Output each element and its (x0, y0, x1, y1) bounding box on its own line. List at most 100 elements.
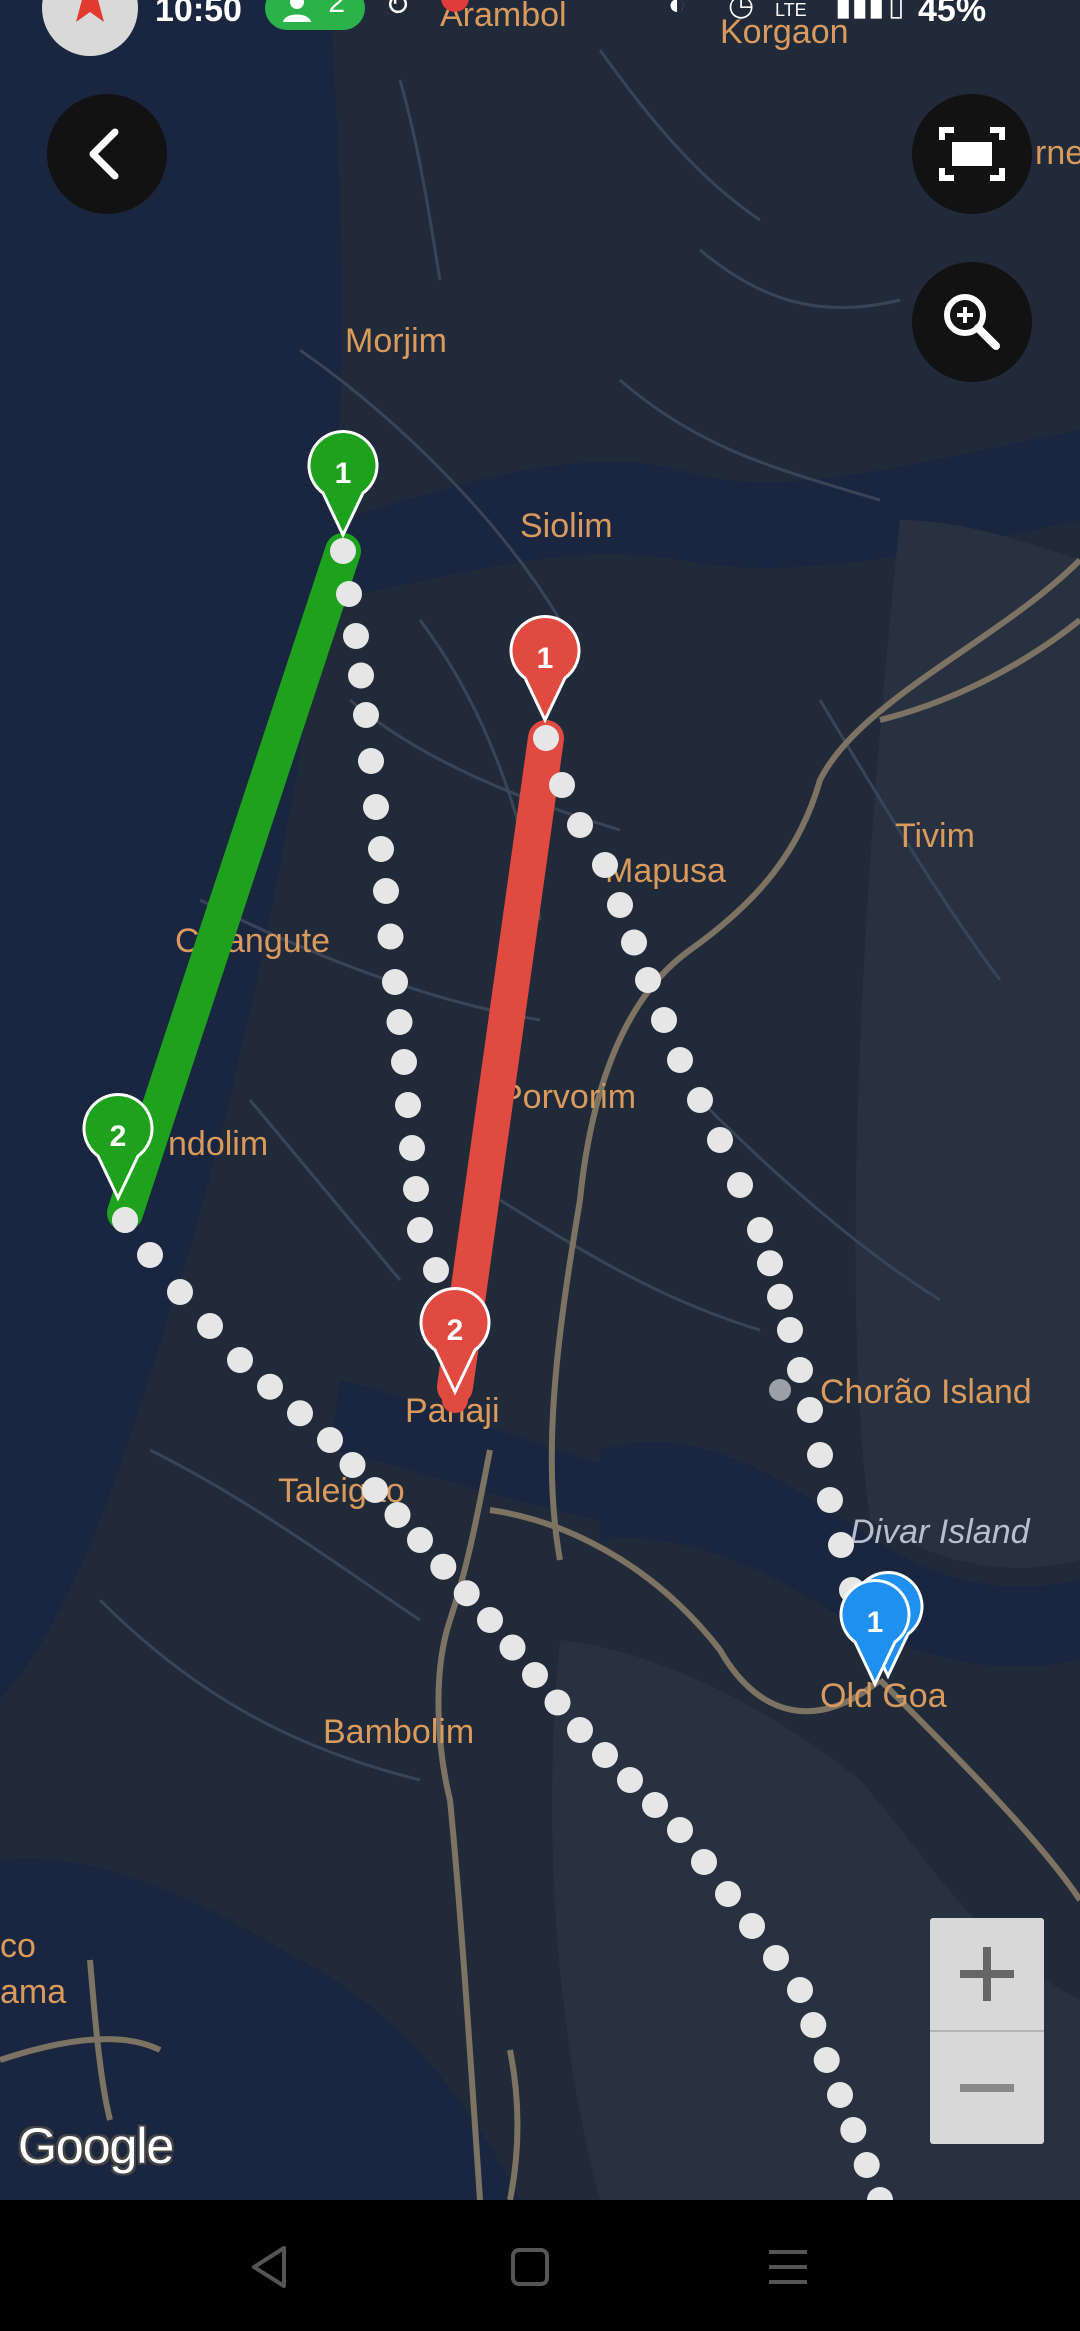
route-dot (362, 1477, 388, 1503)
route-dot (827, 2082, 853, 2108)
compass-button[interactable] (42, 0, 138, 56)
back-button[interactable] (47, 94, 167, 214)
place-label-siolim: Siolim (520, 507, 613, 545)
route-dot (592, 852, 618, 878)
place-label-tivim: Tivim (895, 817, 975, 855)
route-dot (687, 1087, 713, 1113)
route-dot (382, 969, 408, 995)
route-dot (642, 1792, 668, 1818)
place-label-bambolim: Bambolim (323, 1713, 474, 1751)
route-dot (807, 1442, 833, 1468)
route-dot (727, 1172, 753, 1198)
route-dot (800, 2012, 827, 2038)
place-label-chorao-island: Chorão Island (820, 1373, 1032, 1411)
place-label-old-goa: Old Goa (820, 1677, 947, 1715)
place-label-candolim: ndolim (168, 1125, 268, 1163)
route-dot (651, 1007, 677, 1033)
route-dot (339, 1452, 366, 1478)
route-dot (813, 2047, 840, 2073)
status-time: 10:50 (155, 0, 242, 29)
place-label-edge-co: co (0, 1927, 36, 1965)
route-dot (828, 1532, 854, 1558)
lte-icon: LTE (775, 0, 807, 20)
minus-icon (960, 2084, 1014, 2092)
route-dot (403, 1176, 429, 1202)
route-dot (739, 1913, 765, 1939)
marker-label: 1 (537, 642, 554, 675)
route-dot (384, 1502, 411, 1528)
route-dot (477, 1607, 503, 1633)
route-dot (691, 1849, 717, 1875)
route-dot (544, 1689, 571, 1716)
route-dot (197, 1313, 223, 1339)
route-dot (787, 1357, 813, 1383)
place-label-mapusa: Mapusa (605, 852, 726, 890)
status-bar: 10:50 2 ↻ ◐ ◷ LTE ▮▮▮ ▯ 45% (0, 0, 1080, 56)
route-dot (567, 1717, 593, 1743)
route-dot (817, 1487, 843, 1513)
route-dot (747, 1217, 773, 1243)
route-dot (453, 1580, 480, 1607)
system-nav-bar (0, 2200, 1080, 2331)
fullscreen-button[interactable] (912, 94, 1032, 214)
zoom-out-button[interactable] (930, 2032, 1044, 2144)
route-dot (353, 702, 379, 728)
notification-pill: 2 (265, 0, 365, 30)
route-dot (522, 1662, 548, 1688)
sync-icon: ↻ (385, 0, 411, 22)
route-dot (368, 836, 394, 862)
plus-icon (960, 1947, 1014, 2001)
place-label-edge-ama: ama (0, 1973, 66, 2011)
place-label-porvorim: Porvorim (500, 1078, 636, 1116)
blue-marker-1[interactable]: 1 (839, 1579, 911, 1688)
route-dot (667, 1817, 693, 1843)
back-triangle-icon (252, 2246, 286, 2288)
alarm-icon: ◷ (728, 0, 755, 22)
chevron-left-icon (89, 128, 119, 180)
route-dot (592, 1742, 618, 1768)
google-logo: Google (18, 2118, 174, 2174)
marker-label: 2 (447, 1314, 464, 1347)
person-icon (283, 0, 311, 22)
route-dot (549, 772, 575, 798)
dotted-route-green-north (336, 581, 449, 1283)
route-dot (407, 1217, 433, 1243)
route-dot (430, 1553, 457, 1580)
route-dot (763, 1945, 789, 1971)
route-dot (840, 2117, 867, 2143)
app-notification-icon (435, 0, 475, 28)
compass-needle-icon (76, 0, 104, 22)
red-marker-1[interactable]: 1 (509, 615, 581, 724)
route-dot (787, 1977, 813, 2003)
marker-label: 1 (867, 1606, 884, 1639)
route-dot (395, 1092, 421, 1118)
nav-home-button[interactable] (495, 2232, 565, 2302)
notification-count: 2 (328, 0, 345, 19)
route-dot (137, 1242, 163, 1268)
route-dot (707, 1127, 733, 1153)
route-dot (227, 1347, 253, 1373)
zoom-search-button[interactable] (912, 262, 1032, 382)
menu-lines-icon (769, 2250, 807, 2284)
route-dot (363, 794, 389, 820)
route-dot (336, 581, 362, 607)
route-dot (257, 1373, 283, 1400)
route-dot (757, 1250, 783, 1277)
zoom-in-search-icon (944, 294, 1000, 350)
route-dot (767, 1283, 793, 1310)
route-dot (373, 878, 399, 904)
route-dot (617, 1767, 643, 1793)
nav-menu-button[interactable] (753, 2232, 823, 2302)
zoom-in-button[interactable] (930, 1918, 1044, 2030)
route-dot (358, 748, 384, 774)
nav-back-button[interactable] (236, 2232, 306, 2302)
route-dot (391, 1049, 417, 1075)
route-dot (621, 929, 647, 956)
marker-label: 2 (110, 1120, 127, 1153)
zoom-controls (930, 1918, 1044, 2144)
route-dot (386, 1009, 413, 1035)
place-label-morjim: Morjim (345, 322, 447, 360)
route-dot (777, 1317, 803, 1343)
fullscreen-icon (939, 127, 1005, 181)
red-marker-2[interactable]: 2 (419, 1287, 491, 1396)
